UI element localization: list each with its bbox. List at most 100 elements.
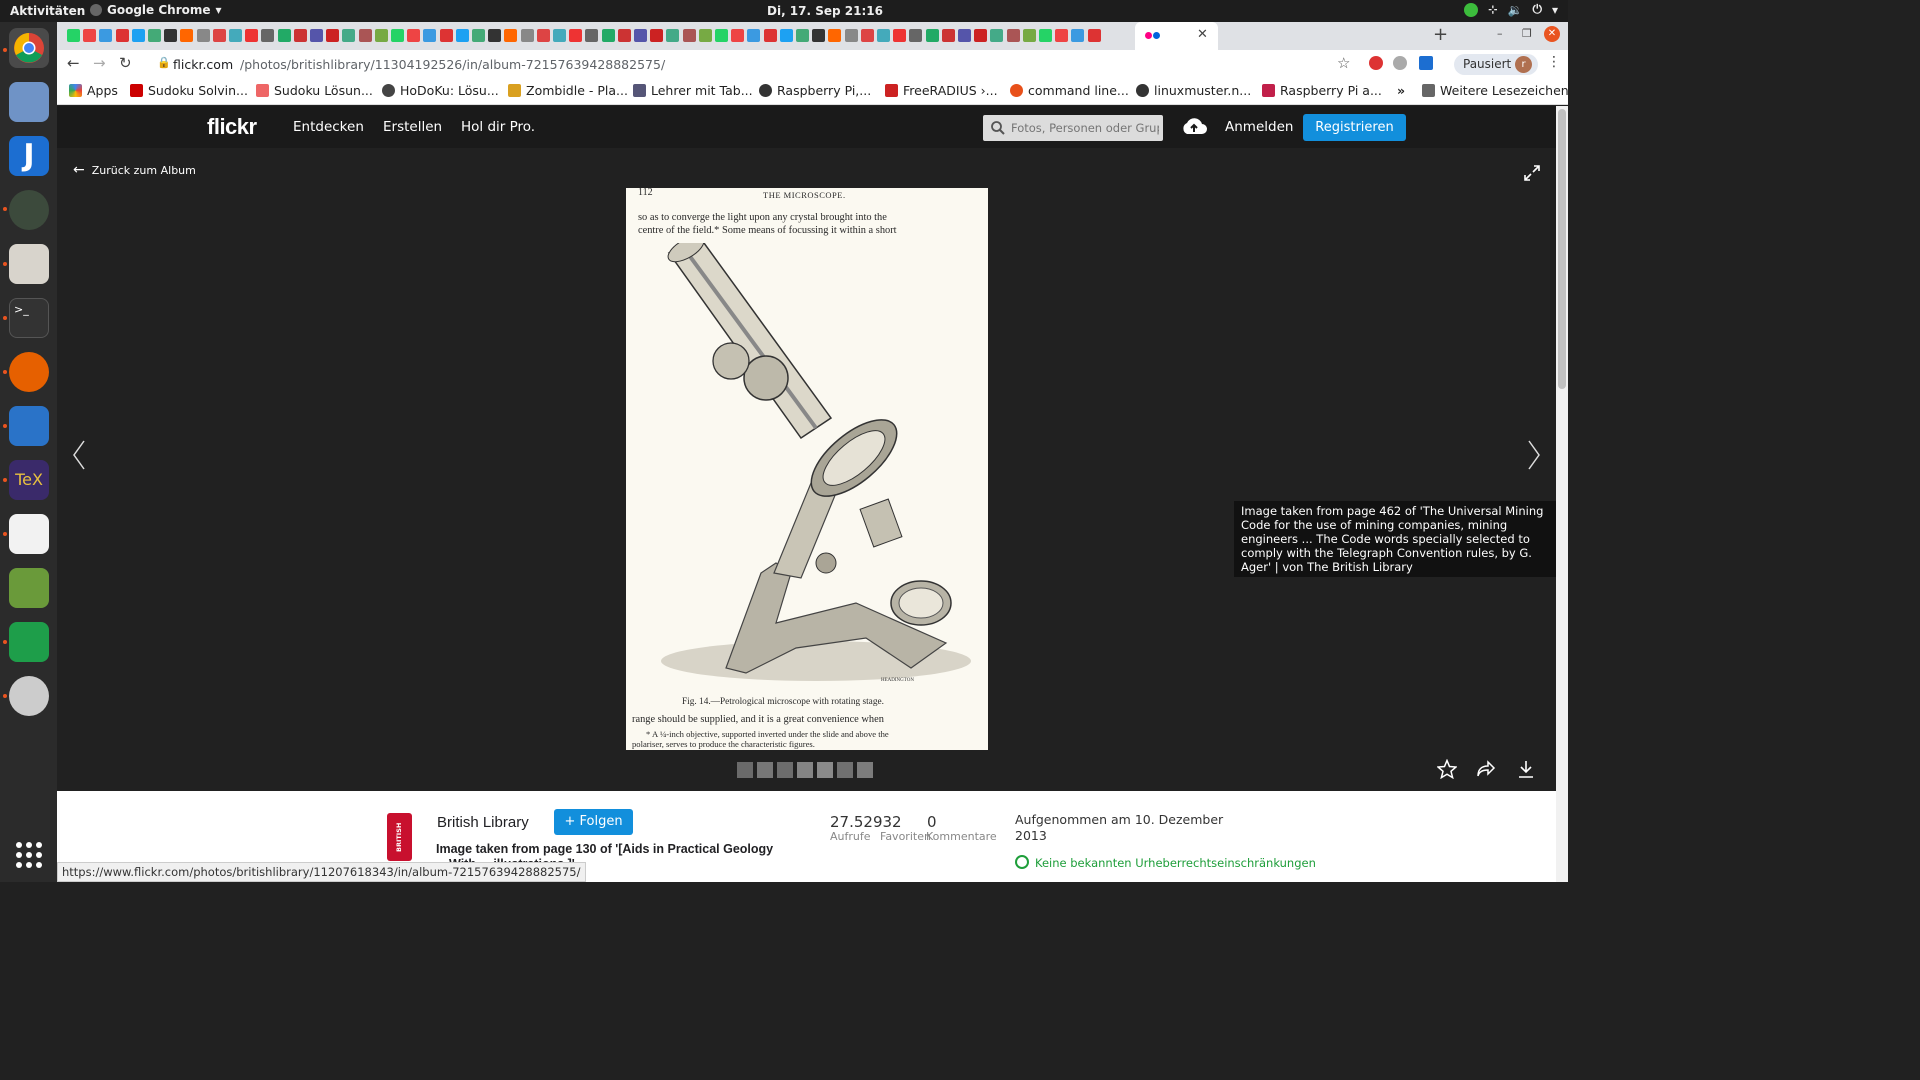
bookmarks-overflow-button[interactable]: » [1397, 83, 1405, 98]
pinned-tab-favicon[interactable] [115, 29, 129, 42]
license-link[interactable]: Keine bekannten Urheberrechtseinschränku… [1035, 856, 1316, 870]
bookmark-folder-other[interactable]: Weitere Lesezeichen [1422, 83, 1569, 98]
system-tray[interactable]: ⊹ 🔉 ⏻ ▾ [1464, 2, 1558, 17]
search-box[interactable] [983, 115, 1163, 141]
nav-erstellen[interactable]: Erstellen [383, 119, 442, 135]
dock-chrome[interactable] [9, 28, 49, 68]
pinned-tab-favicon[interactable] [342, 29, 356, 42]
pinned-tab-favicon[interactable] [407, 29, 421, 42]
pinned-tab-favicon[interactable] [504, 29, 518, 42]
pinned-tab-favicon[interactable] [391, 29, 404, 42]
pinned-tab-favicon[interactable] [569, 29, 583, 42]
pinned-tab-favicon[interactable] [941, 29, 955, 42]
dock-joplin[interactable]: J [9, 136, 49, 176]
profile-button[interactable]: Pausiert r [1454, 54, 1538, 75]
pinned-tab-favicon[interactable] [634, 29, 647, 42]
thumbnail[interactable] [837, 762, 853, 778]
clock[interactable]: Di, 17. Sep 21:16 [767, 4, 883, 18]
thumbnail[interactable] [857, 762, 873, 778]
bookmark-freeradius[interactable]: FreeRADIUS ›... [885, 83, 998, 98]
bookmark-raspberry-pi[interactable]: Raspberry Pi,... [759, 83, 871, 98]
dock-calc[interactable] [9, 622, 49, 662]
bookmark-lehrer-mit-tablet[interactable]: Lehrer mit Tab... [633, 83, 753, 98]
pinned-tab-favicon[interactable] [1087, 29, 1101, 42]
thumbnail[interactable] [797, 762, 813, 778]
thumbnail[interactable] [757, 762, 773, 778]
reload-icon[interactable]: ↻ [119, 54, 132, 72]
pinned-tab-favicon[interactable] [909, 29, 923, 42]
extension-joplin-icon[interactable] [1419, 56, 1433, 70]
pinned-tab-favicon[interactable] [374, 29, 388, 42]
pinned-tab-favicon[interactable] [1055, 29, 1069, 42]
search-input[interactable] [1011, 119, 1159, 137]
pinned-tab-favicon[interactable] [310, 29, 323, 42]
pinned-tab-favicon[interactable] [585, 29, 599, 42]
flickr-logo[interactable]: flickr [207, 114, 257, 140]
pinned-tab-favicon[interactable] [763, 29, 777, 42]
star-icon[interactable]: ☆ [1337, 54, 1350, 72]
extension-adblock-icon[interactable] [1369, 56, 1383, 70]
app-menu[interactable]: Google Chrome ▾ [90, 3, 222, 17]
login-link[interactable]: Anmelden [1225, 119, 1293, 135]
close-window-button[interactable]: ✕ [1544, 26, 1560, 42]
pinned-tab-favicon[interactable] [520, 29, 534, 42]
bookmark-hodoku[interactable]: HoDoKu: Lösu... [382, 83, 499, 98]
pinned-tab-favicon[interactable] [358, 29, 372, 42]
fullscreen-icon[interactable] [1524, 165, 1540, 181]
dock-app-green[interactable] [9, 190, 49, 230]
pinned-tab-favicon[interactable] [796, 29, 809, 42]
pinned-tab-favicon[interactable] [860, 29, 874, 42]
power-icon[interactable]: ⏻ [1532, 2, 1542, 17]
upload-cloud-icon[interactable] [1181, 116, 1207, 136]
follow-button[interactable]: + Folgen [554, 809, 633, 835]
pinned-tab-favicon[interactable] [536, 29, 550, 42]
pinned-tab-favicon[interactable] [67, 29, 80, 42]
register-button[interactable]: Registrieren [1303, 114, 1406, 141]
pinned-tab-favicon[interactable] [731, 29, 745, 42]
pinned-tab-favicon[interactable] [99, 29, 113, 42]
pinned-tab-favicon[interactable] [293, 29, 307, 42]
new-tab-button[interactable]: + [1433, 24, 1448, 45]
pinned-tab-favicon[interactable] [1006, 29, 1020, 42]
more-vert-icon[interactable]: ⋮ [1547, 54, 1561, 70]
thumbnail[interactable] [737, 762, 753, 778]
owner-name[interactable]: British Library [437, 814, 529, 831]
download-icon[interactable] [1516, 759, 1536, 779]
pinned-tab-favicon[interactable] [747, 29, 761, 42]
pinned-tab-favicon[interactable] [1071, 29, 1085, 42]
bookmark-zombidle[interactable]: Zombidle - Pla... [508, 83, 628, 98]
pinned-tab-favicon[interactable] [212, 29, 226, 42]
dock-mail[interactable] [9, 82, 49, 122]
pinned-tab-favicon[interactable] [828, 29, 842, 42]
back-arrow-icon[interactable]: ← [67, 54, 80, 72]
pinned-tab-favicon[interactable] [844, 29, 858, 42]
address-bar[interactable]: 🔒 flickr.com /photos/britishlibrary/1130… [147, 51, 1463, 77]
pinned-tab-favicon[interactable] [131, 29, 145, 42]
extension-icon[interactable] [1393, 56, 1407, 70]
pinned-tab-favicon[interactable] [925, 29, 939, 42]
activities-button[interactable]: Aktivitäten [10, 4, 85, 18]
main-photo[interactable]: 112 THE MICROSCOPE. so as to converge th… [626, 188, 988, 750]
pinned-tab-favicon[interactable] [682, 29, 696, 42]
pinned-tab-favicon[interactable] [974, 29, 988, 42]
pinned-tab-favicon[interactable] [666, 29, 680, 42]
share-icon[interactable] [1476, 759, 1496, 779]
pinned-tab-favicon[interactable] [245, 29, 259, 42]
nav-pro[interactable]: Hol dir Pro. [461, 119, 535, 135]
dock-app-blocks[interactable] [9, 568, 49, 608]
show-apps-button[interactable] [16, 842, 42, 868]
pinned-tab-favicon[interactable] [893, 29, 907, 42]
pinned-tab-favicon[interactable] [423, 29, 437, 42]
dock-writer[interactable] [9, 406, 49, 446]
back-to-album-link[interactable]: ← Zurück zum Album [73, 162, 196, 178]
pinned-tab-favicon[interactable] [553, 29, 566, 42]
pinned-tab-favicon[interactable] [1039, 29, 1052, 42]
thumbnail[interactable] [777, 762, 793, 778]
tab-active[interactable]: ✕ [1135, 22, 1218, 50]
bookmark-raspberry-pi-2[interactable]: Raspberry Pi a... [1262, 83, 1382, 98]
pinned-tab-favicon[interactable] [439, 29, 453, 42]
pinned-tab-favicon[interactable] [229, 29, 242, 42]
pinned-tab-favicon[interactable] [164, 29, 178, 42]
maximize-button[interactable]: ❐ [1522, 27, 1532, 40]
pinned-tab-favicon[interactable] [779, 29, 793, 42]
